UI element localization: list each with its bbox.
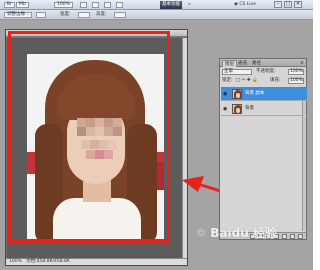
tab-channels[interactable]: 通道	[236, 60, 249, 67]
app-menubar: Br Mb 100% 基本功能 » ◉ CS Live – □ ✕	[0, 0, 313, 10]
paw-logo-icon: ❁	[196, 226, 207, 240]
panel-scrollbar[interactable]	[302, 101, 306, 231]
cs-live-label: CS Live	[239, 2, 256, 7]
close-button[interactable]: ✕	[294, 1, 302, 8]
tool-preset-icon[interactable]	[36, 12, 46, 18]
layer-row-background[interactable]: ◉ 背景	[221, 102, 307, 116]
zoom-level-value: 100%	[57, 2, 70, 7]
mini-bridge-button[interactable]: Mb	[16, 2, 29, 8]
watermark-text: Baidu 经验	[210, 226, 277, 240]
options-bar: 调整边缘... 宽度: 高度:	[0, 10, 313, 20]
vertical-scrollbar[interactable]	[182, 38, 187, 258]
height-label: 高度:	[96, 12, 107, 17]
maximize-button[interactable]: □	[284, 1, 292, 8]
tab-layers[interactable]: 图层	[222, 60, 237, 67]
refine-edge-button[interactable]: 调整边缘...	[4, 12, 33, 18]
delete-layer-icon[interactable]	[298, 234, 303, 239]
status-zoom[interactable]: 100%	[9, 259, 22, 264]
mini-bridge-label: Mb	[19, 2, 26, 7]
refine-edge-label: 调整边缘...	[7, 12, 30, 17]
layer-thumbnail	[232, 104, 242, 114]
opacity-field[interactable]: 100%	[288, 69, 304, 75]
tab-paths[interactable]: 路径	[250, 60, 263, 67]
new-group-icon[interactable]	[282, 234, 287, 239]
rotate-view-icon[interactable]	[92, 2, 99, 8]
eye-icon[interactable]: ◉	[223, 105, 230, 113]
minimize-button[interactable]: –	[274, 1, 282, 8]
layers-panel: 图层 通道 路径 ≡ 正常 不透明度: 100% 锁定: □ ✏ ✚ 🔒 填充:…	[219, 58, 307, 240]
eye-icon[interactable]: ◉	[223, 90, 230, 98]
status-bar: 100% 文档:458.8K/458.8K	[6, 258, 187, 265]
layer-row-background-copy[interactable]: ◉ 背景 副本	[221, 87, 307, 101]
layer-name: 背景 副本	[245, 91, 265, 96]
fill-field[interactable]: 100%	[288, 78, 304, 84]
workspace-essentials-button[interactable]: 基本功能	[160, 1, 182, 9]
screen-mode-icon[interactable]	[116, 2, 123, 8]
height-field[interactable]	[114, 12, 126, 18]
hand-tool-icon[interactable]	[80, 2, 87, 8]
width-label: 宽度:	[60, 12, 71, 17]
lock-icons[interactable]: □ ✏ ✚ 🔒	[236, 78, 258, 85]
lock-label: 锁定:	[222, 78, 233, 83]
bridge-label: Br	[7, 2, 12, 7]
bridge-button[interactable]: Br	[4, 2, 15, 8]
layer-name: 背景	[245, 106, 254, 111]
opacity-label: 不透明度:	[256, 69, 276, 74]
layer-thumbnail	[232, 89, 242, 99]
cs-live-button[interactable]: ◉ CS Live	[234, 2, 256, 8]
baidu-watermark: ❁ Baidu 经验	[196, 224, 277, 241]
blend-mode-select[interactable]: 正常	[222, 69, 252, 75]
arrange-documents-icon[interactable]	[104, 2, 111, 8]
width-field[interactable]	[78, 12, 90, 18]
panel-menu-icon[interactable]: ≡	[298, 60, 306, 67]
panel-tab-bar: 图层 通道 路径 ≡	[220, 59, 306, 67]
new-layer-icon[interactable]	[290, 234, 295, 239]
design-workspace-button[interactable]: »	[188, 2, 191, 8]
status-doc-size: 文档:458.8K/458.8K	[26, 259, 70, 264]
zoom-level-select[interactable]: 100%	[54, 2, 73, 8]
annotation-red-frame	[8, 31, 170, 243]
fill-label: 填充:	[270, 78, 281, 83]
